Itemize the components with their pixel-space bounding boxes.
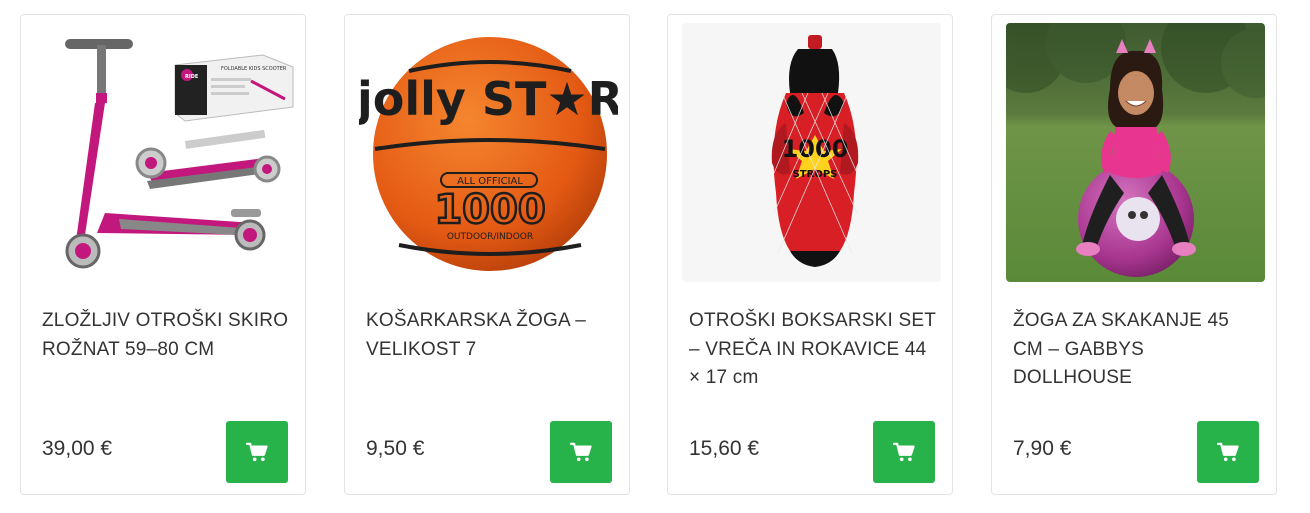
product-title[interactable]: Žoga za skakanje 45 cm – Gabbys Dollhous…: [1013, 307, 1263, 393]
product-title[interactable]: Otroški boksarski set – vreča in rokavic…: [689, 307, 939, 393]
shopping-cart-icon: [1217, 442, 1239, 462]
product-image[interactable]: RIDE FOLDABLE KIDS SCOOTER: [35, 23, 294, 282]
product-price: 39,00 €: [42, 437, 113, 460]
product-card[interactable]: jolly ST★R ALL OFFICIAL 1000 OUTDOOR/IND…: [344, 14, 630, 495]
product-title-dimensions: × 17 cm: [689, 367, 759, 388]
boxing-bag-image: 1000 STROPS: [682, 23, 941, 282]
product-title[interactable]: Zložljiv otroški skiro rožnat 59–80 cm: [42, 307, 292, 364]
product-price: 15,60 €: [689, 437, 760, 460]
svg-text:1000: 1000: [434, 187, 545, 233]
product-card[interactable]: Žoga za skakanje 45 cm – Gabbys Dollhous…: [991, 14, 1277, 495]
product-price: 9,50 €: [366, 437, 425, 460]
add-to-cart-button[interactable]: [226, 421, 288, 483]
product-price: 7,90 €: [1013, 437, 1072, 460]
product-image[interactable]: jolly ST★R ALL OFFICIAL 1000 OUTDOOR/IND…: [359, 23, 618, 282]
svg-text:RIDE: RIDE: [185, 74, 199, 80]
svg-text:STROPS: STROPS: [793, 169, 838, 180]
product-image[interactable]: 1000 STROPS: [682, 23, 941, 282]
product-image[interactable]: [1006, 23, 1265, 282]
add-to-cart-button[interactable]: [550, 421, 612, 483]
product-title[interactable]: Košarkarska žoga – velikost 7: [366, 307, 616, 364]
basketball-image: jolly ST★R ALL OFFICIAL 1000 OUTDOOR/IND…: [359, 23, 618, 282]
shopping-cart-icon: [893, 442, 915, 462]
shopping-cart-icon: [570, 442, 592, 462]
svg-text:jolly ST★R: jolly ST★R: [359, 72, 618, 126]
shopping-cart-icon: [246, 442, 268, 462]
svg-text:1000: 1000: [782, 135, 849, 163]
product-card[interactable]: RIDE FOLDABLE KIDS SCOOTER ZLOŽLJIV OTRO…: [20, 14, 306, 495]
svg-text:OUTDOOR/INDOOR: OUTDOOR/INDOOR: [447, 232, 533, 242]
product-card[interactable]: 1000 STROPS Otroški boksarski set – vreč…: [667, 14, 953, 495]
product-title-main: Otroški boksarski set – vreča in rokavic…: [689, 310, 936, 360]
hopper-ball-image: [1006, 23, 1265, 282]
add-to-cart-button[interactable]: [873, 421, 935, 483]
svg-text:FOLDABLE KIDS SCOOTER: FOLDABLE KIDS SCOOTER: [221, 66, 287, 72]
scooter-image: RIDE FOLDABLE KIDS SCOOTER: [35, 23, 294, 282]
product-grid: RIDE FOLDABLE KIDS SCOOTER ZLOŽLJIV OTRO…: [0, 0, 1310, 513]
add-to-cart-button[interactable]: [1197, 421, 1259, 483]
svg-text:ALL OFFICIAL: ALL OFFICIAL: [457, 176, 523, 187]
